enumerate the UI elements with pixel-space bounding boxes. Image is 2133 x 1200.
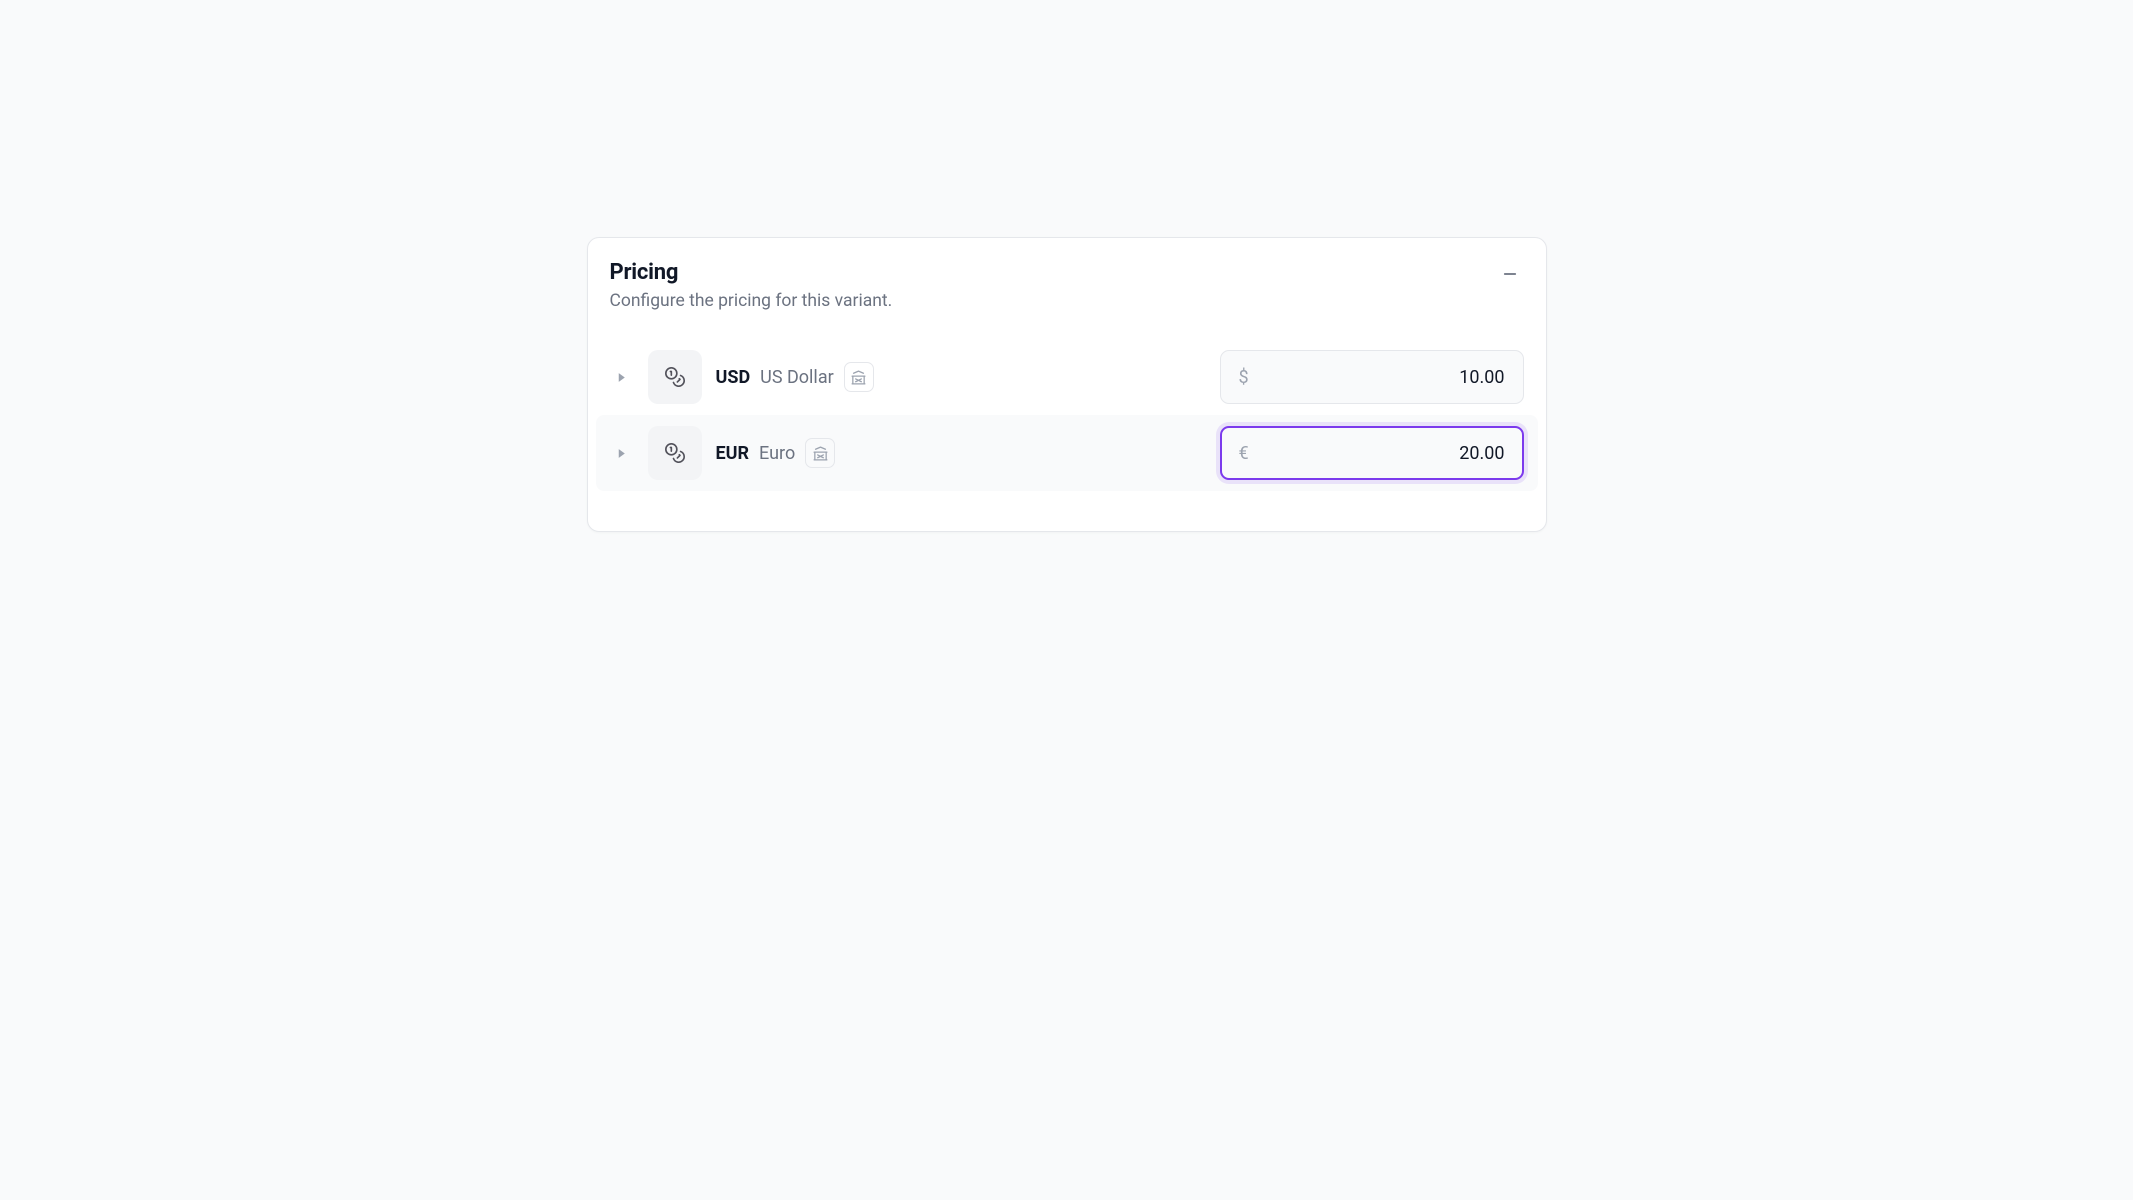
expand-toggle-eur[interactable] — [610, 441, 634, 465]
expand-toggle-usd[interactable] — [610, 365, 634, 389]
price-row-usd: USD US Dollar $ — [596, 339, 1538, 415]
override-button-usd[interactable] — [648, 350, 702, 404]
currency-symbol: € — [1239, 443, 1249, 464]
currency-info-eur: EUR Euro — [716, 438, 1206, 468]
currency-code: EUR — [716, 443, 750, 464]
tax-badge-eur[interactable] — [805, 438, 835, 468]
price-input-usd[interactable] — [1249, 367, 1505, 388]
triangle-right-icon — [616, 448, 627, 459]
currency-info-usd: USD US Dollar — [716, 362, 1206, 392]
price-input-wrap-usd[interactable]: $ — [1220, 350, 1524, 404]
card-title: Pricing — [610, 260, 893, 285]
minus-icon — [1501, 265, 1519, 283]
coins-icon — [664, 366, 686, 388]
tax-badge-usd[interactable] — [844, 362, 874, 392]
price-input-eur[interactable] — [1249, 443, 1505, 464]
price-input-wrap-eur[interactable]: € — [1220, 426, 1524, 480]
triangle-right-icon — [616, 372, 627, 383]
pricing-card: Pricing Configure the pricing for this v… — [587, 237, 1547, 532]
currency-code: USD — [716, 367, 751, 388]
price-rows: USD US Dollar $ EUR Euro — [588, 339, 1546, 491]
collapse-button[interactable] — [1496, 260, 1524, 288]
currency-name: US Dollar — [760, 367, 834, 388]
building-tax-icon — [850, 369, 867, 386]
currency-symbol: $ — [1239, 367, 1249, 388]
card-subtitle: Configure the pricing for this variant. — [610, 291, 893, 311]
coins-icon — [664, 442, 686, 464]
price-row-eur: EUR Euro € — [596, 415, 1538, 491]
override-button-eur[interactable] — [648, 426, 702, 480]
currency-name: Euro — [759, 443, 795, 464]
card-header-text: Pricing Configure the pricing for this v… — [610, 260, 893, 311]
building-tax-icon — [812, 445, 829, 462]
card-header: Pricing Configure the pricing for this v… — [588, 260, 1546, 311]
